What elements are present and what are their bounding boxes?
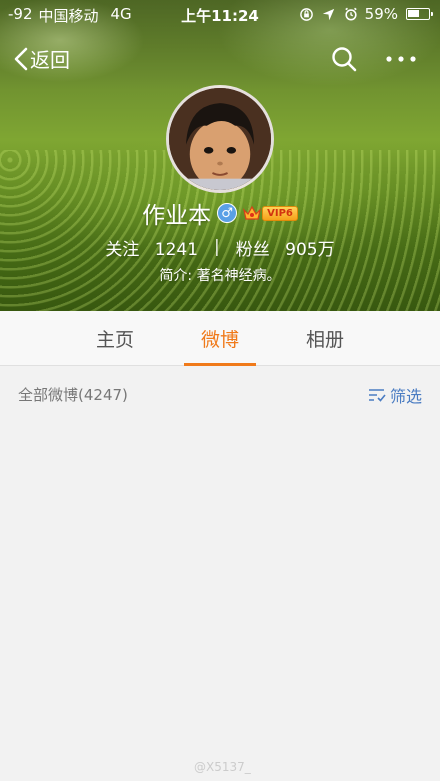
battery-percent: 59% [364, 5, 398, 23]
more-dots-icon [386, 56, 416, 62]
following-count: 1241 [154, 239, 199, 260]
profile-tabs: 主页 微博 相册 [0, 311, 440, 366]
profile-name-row: 作业本 ♂ VIP6 [0, 198, 440, 229]
profile-header: -92 中国移动 4G 上午11:24 59% 返回 作业本 ♂ VIP6 关注… [0, 0, 440, 311]
filter-button[interactable]: 筛选 [368, 383, 422, 407]
vip-badge[interactable]: VIP6 [243, 205, 298, 221]
tab-home[interactable]: 主页 [65, 311, 165, 366]
vip-level-label: VIP6 [262, 205, 298, 221]
profile-name: 作业本 [142, 203, 212, 229]
alarm-icon [343, 6, 359, 22]
search-icon [332, 47, 357, 72]
tab-weibo[interactable]: 微博 [170, 311, 270, 366]
orientation-lock-icon [299, 6, 315, 22]
search-button[interactable] [330, 45, 358, 73]
avatar[interactable] [166, 85, 274, 193]
profile-bio: 简介: 著名神经病。 [159, 268, 281, 284]
battery-icon [406, 8, 433, 20]
followers-count: 905万 [285, 239, 335, 260]
stats-separator: | [214, 237, 220, 257]
location-arrow-icon [321, 6, 337, 22]
tab-label: 微博 [200, 329, 239, 351]
navigation-bar: 返回 [0, 38, 440, 78]
profile-stats: 关注 1241 | 粉丝 905万 [0, 234, 440, 260]
tab-album[interactable]: 相册 [275, 311, 375, 366]
tab-label: 主页 [95, 329, 134, 351]
male-gender-icon: ♂ [217, 203, 238, 223]
all-posts-count: 全部微博(4247) [18, 386, 128, 404]
status-bar: -92 中国移动 4G 上午11:24 59% [0, 0, 440, 28]
more-options-button[interactable] [384, 45, 418, 73]
avatar-child-face-icon [169, 88, 271, 190]
active-tab-indicator [184, 363, 256, 366]
watermark: @X5137_ [194, 760, 251, 774]
filter-checklist-icon [368, 389, 386, 402]
following-label: 关注 [105, 239, 140, 260]
crown-icon [243, 205, 262, 220]
back-button[interactable]: 返回 [14, 44, 70, 73]
filter-bar: 全部微博(4247) 筛选 [0, 367, 440, 422]
tab-label: 相册 [305, 329, 344, 351]
chevron-left-icon [14, 47, 28, 70]
following-stat[interactable]: 关注 1241 [105, 235, 198, 260]
filter-label: 筛选 [389, 387, 422, 406]
posts-list-empty [0, 422, 440, 781]
battery-fill [408, 10, 419, 17]
followers-label: 粉丝 [235, 239, 270, 260]
followers-stat[interactable]: 粉丝 905万 [236, 235, 335, 260]
back-label: 返回 [30, 48, 70, 72]
